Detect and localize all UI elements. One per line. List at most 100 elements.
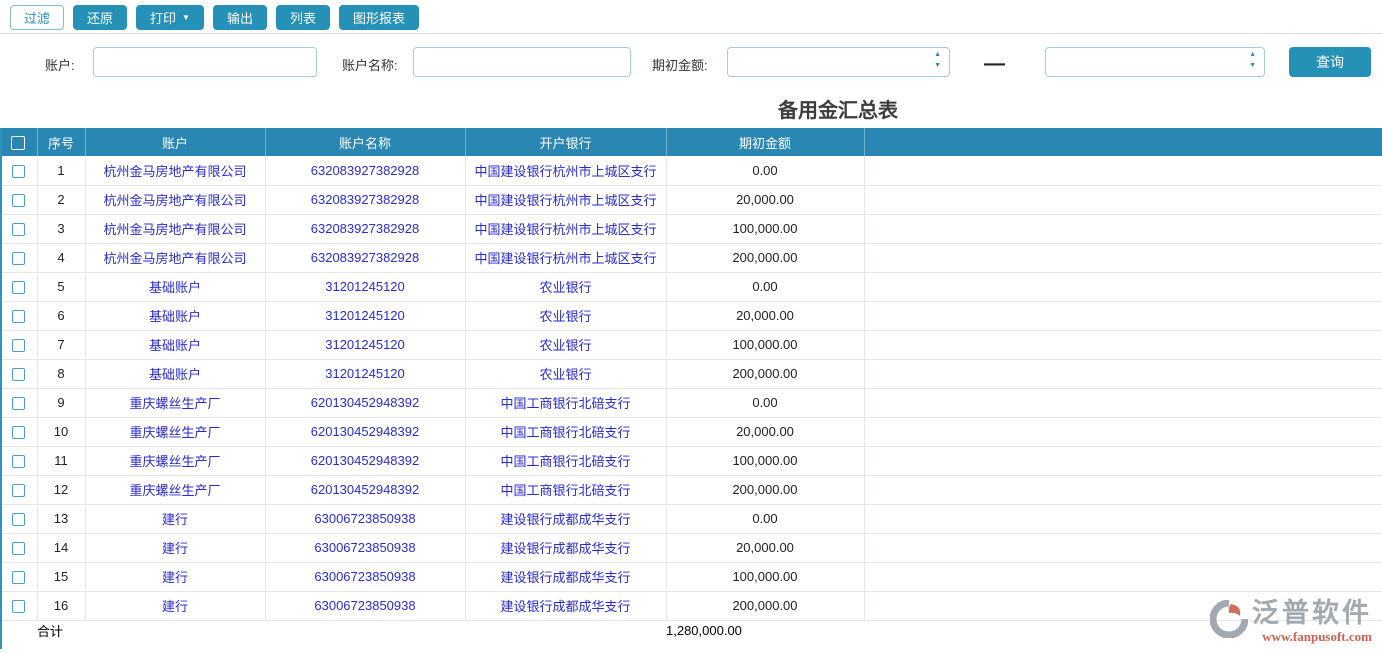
account-name-cell[interactable]: 63006723850938 (265, 591, 465, 620)
row-index-cell: 13 (37, 504, 85, 533)
search-button[interactable]: 查询 (1289, 47, 1371, 77)
list-button[interactable]: 列表 (276, 5, 330, 30)
bank-cell[interactable]: 建设银行成都成华支行 (465, 533, 666, 562)
account-cell[interactable]: 建行 (85, 533, 265, 562)
bank-cell[interactable]: 中国工商银行北碚支行 (465, 475, 666, 504)
amount-cell: 100,000.00 (666, 330, 864, 359)
bank-cell[interactable]: 中国建设银行杭州市上城区支行 (465, 156, 666, 185)
account-name-cell[interactable]: 632083927382928 (265, 156, 465, 185)
row-checkbox[interactable] (12, 426, 25, 439)
column-header-index[interactable]: 序号 (37, 128, 85, 156)
column-header-account[interactable]: 账户 (85, 128, 265, 156)
account-name-cell[interactable]: 632083927382928 (265, 243, 465, 272)
spinner-down-icon[interactable]: ▼ (1249, 62, 1256, 69)
account-cell[interactable]: 基础账户 (85, 301, 265, 330)
account-cell[interactable]: 基础账户 (85, 359, 265, 388)
account-input[interactable] (93, 47, 317, 77)
bank-cell[interactable]: 农业银行 (465, 359, 666, 388)
account-name-cell[interactable]: 620130452948392 (265, 475, 465, 504)
account-cell[interactable]: 杭州金马房地产有限公司 (85, 156, 265, 185)
export-button[interactable]: 输出 (213, 5, 267, 30)
filler-cell (864, 504, 1382, 533)
account-cell[interactable]: 杭州金马房地产有限公司 (85, 214, 265, 243)
account-name-cell[interactable]: 31201245120 (265, 359, 465, 388)
account-cell[interactable]: 重庆螺丝生产厂 (85, 446, 265, 475)
account-name-cell[interactable]: 31201245120 (265, 330, 465, 359)
filler-cell (864, 417, 1382, 446)
account-name-cell[interactable]: 31201245120 (265, 272, 465, 301)
print-button[interactable]: 打印 ▼ (136, 5, 204, 30)
account-name-cell[interactable]: 31201245120 (265, 301, 465, 330)
bank-cell[interactable]: 中国工商银行北碚支行 (465, 446, 666, 475)
bank-cell[interactable]: 中国工商银行北碚支行 (465, 417, 666, 446)
bank-cell[interactable]: 农业银行 (465, 330, 666, 359)
row-checkbox[interactable] (12, 223, 25, 236)
row-checkbox-cell (0, 243, 37, 272)
row-checkbox[interactable] (12, 455, 25, 468)
row-checkbox[interactable] (12, 600, 25, 613)
row-checkbox[interactable] (12, 484, 25, 497)
amount-cell: 100,000.00 (666, 214, 864, 243)
account-cell[interactable]: 重庆螺丝生产厂 (85, 417, 265, 446)
column-header-amount[interactable]: 期初金额 (666, 128, 864, 156)
select-all-checkbox[interactable] (11, 136, 25, 150)
row-checkbox[interactable] (12, 397, 25, 410)
account-cell[interactable]: 建行 (85, 562, 265, 591)
account-name-cell[interactable]: 620130452948392 (265, 446, 465, 475)
amount-cell: 0.00 (666, 388, 864, 417)
account-cell[interactable]: 基础账户 (85, 330, 265, 359)
row-checkbox-cell (0, 504, 37, 533)
account-cell[interactable]: 基础账户 (85, 272, 265, 301)
row-checkbox[interactable] (12, 310, 25, 323)
bank-cell[interactable]: 中国工商银行北碚支行 (465, 388, 666, 417)
graph-report-button[interactable]: 图形报表 (339, 5, 419, 30)
row-checkbox[interactable] (12, 252, 25, 265)
spinner-up-icon[interactable]: ▲ (934, 51, 941, 58)
account-name-cell[interactable]: 620130452948392 (265, 388, 465, 417)
bank-cell[interactable]: 建设银行成都成华支行 (465, 504, 666, 533)
spinner-down-icon[interactable]: ▼ (934, 62, 941, 69)
account-cell[interactable]: 杭州金马房地产有限公司 (85, 185, 265, 214)
account-cell[interactable]: 杭州金马房地产有限公司 (85, 243, 265, 272)
filter-button[interactable]: 过滤 (10, 5, 64, 30)
row-checkbox[interactable] (12, 513, 25, 526)
amount-from-input[interactable] (727, 47, 950, 77)
bank-cell[interactable]: 农业银行 (465, 301, 666, 330)
print-button-label: 打印 (150, 8, 176, 27)
column-header-account-name[interactable]: 账户名称 (265, 128, 465, 156)
row-index-cell: 5 (37, 272, 85, 301)
row-checkbox[interactable] (12, 194, 25, 207)
account-cell[interactable]: 重庆螺丝生产厂 (85, 388, 265, 417)
column-header-bank[interactable]: 开户银行 (465, 128, 666, 156)
row-checkbox[interactable] (12, 368, 25, 381)
bank-cell[interactable]: 中国建设银行杭州市上城区支行 (465, 243, 666, 272)
bank-cell[interactable]: 建设银行成都成华支行 (465, 562, 666, 591)
restore-button[interactable]: 还原 (73, 5, 127, 30)
account-name-cell[interactable]: 63006723850938 (265, 533, 465, 562)
bank-cell[interactable]: 农业银行 (465, 272, 666, 301)
account-cell[interactable]: 建行 (85, 591, 265, 620)
account-name-input[interactable] (413, 47, 631, 77)
account-name-cell[interactable]: 632083927382928 (265, 214, 465, 243)
amount-to-input[interactable] (1045, 47, 1265, 77)
amount-cell: 100,000.00 (666, 562, 864, 591)
spinner-up-icon[interactable]: ▲ (1249, 51, 1256, 58)
row-checkbox[interactable] (12, 281, 25, 294)
account-name-cell[interactable]: 620130452948392 (265, 417, 465, 446)
row-checkbox[interactable] (12, 571, 25, 584)
row-checkbox-cell (0, 475, 37, 504)
row-checkbox[interactable] (12, 339, 25, 352)
row-checkbox[interactable] (12, 542, 25, 555)
table-row: 16建行63006723850938建设银行成都成华支行200,000.00 (0, 591, 1382, 620)
row-checkbox[interactable] (12, 165, 25, 178)
account-name-cell[interactable]: 63006723850938 (265, 562, 465, 591)
account-cell[interactable]: 重庆螺丝生产厂 (85, 475, 265, 504)
bank-cell[interactable]: 建设银行成都成华支行 (465, 591, 666, 620)
bank-cell[interactable]: 中国建设银行杭州市上城区支行 (465, 185, 666, 214)
account-name-cell[interactable]: 632083927382928 (265, 185, 465, 214)
row-checkbox-cell (0, 562, 37, 591)
account-name-cell[interactable]: 63006723850938 (265, 504, 465, 533)
account-cell[interactable]: 建行 (85, 504, 265, 533)
bank-cell[interactable]: 中国建设银行杭州市上城区支行 (465, 214, 666, 243)
row-checkbox-cell (0, 446, 37, 475)
